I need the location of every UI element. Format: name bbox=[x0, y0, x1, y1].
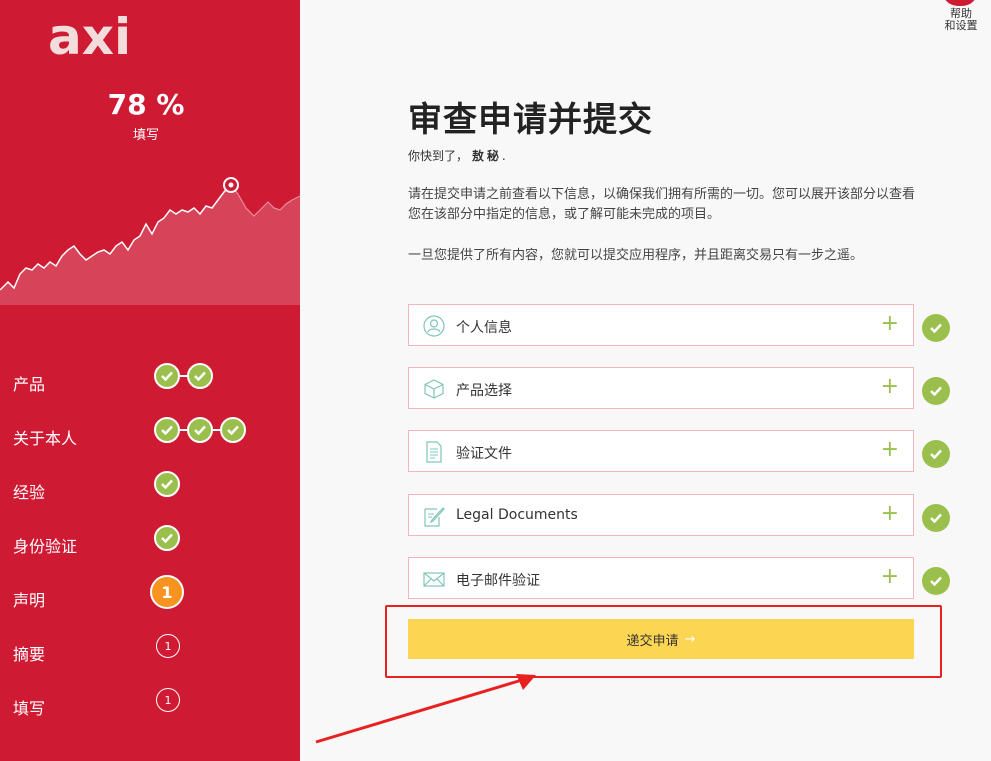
svg-text:axi: axi bbox=[48, 8, 131, 64]
sidebar-step-complete[interactable]: 填写 1 bbox=[0, 687, 300, 723]
user-name: 敖秘 bbox=[471, 149, 502, 163]
sidebar-step-label: 产品 bbox=[13, 375, 46, 394]
section-verification-docs[interactable]: 验证文件 + bbox=[408, 430, 914, 472]
check-icon bbox=[187, 417, 213, 443]
sidebar-step-label: 关于本人 bbox=[13, 429, 78, 448]
sidebar-step-declaration[interactable]: 声明 1 bbox=[0, 575, 300, 615]
sidebar-step-label: 经验 bbox=[13, 483, 46, 502]
sidebar-step-about-me[interactable]: 关于本人 bbox=[0, 417, 300, 453]
section-label: 产品选择 bbox=[456, 383, 512, 399]
check-icon bbox=[154, 471, 180, 497]
instructions-text: 请在提交申请之前查看以下信息，以确保我们拥有所需的一切。您可以展开该部分以查看您… bbox=[408, 187, 916, 222]
envelope-icon bbox=[423, 572, 445, 587]
sidebar-step-label: 填写 bbox=[13, 699, 46, 718]
check-icon bbox=[154, 417, 180, 443]
sidebar-step-summary[interactable]: 摘要 1 bbox=[0, 633, 300, 669]
chart-marker-dot bbox=[228, 182, 234, 188]
progress-percent: 78 % bbox=[107, 88, 185, 121]
subtitle-suffix: . bbox=[501, 149, 506, 163]
progress-chart bbox=[0, 177, 300, 305]
check-icon bbox=[154, 525, 180, 551]
sidebar-step-experience[interactable]: 经验 bbox=[0, 471, 300, 507]
step-number-badge: 1 bbox=[156, 688, 180, 712]
progress-label: 填写 bbox=[132, 128, 159, 143]
check-icon bbox=[922, 377, 950, 405]
expand-icon[interactable]: + bbox=[881, 437, 899, 463]
check-icon bbox=[922, 504, 950, 532]
sidebar-step-label: 声明 bbox=[13, 591, 46, 610]
subtitle-prefix: 你快到了， bbox=[408, 149, 469, 163]
step-number-badge: 1 bbox=[156, 634, 180, 658]
axi-logo: axi bbox=[48, 8, 131, 64]
document-icon bbox=[426, 441, 442, 463]
sidebar-step-product[interactable]: 产品 bbox=[0, 363, 300, 399]
section-label: 电子邮件验证 bbox=[456, 573, 540, 589]
check-icon bbox=[220, 417, 246, 443]
check-icon bbox=[922, 314, 950, 342]
user-icon bbox=[423, 315, 445, 337]
chart-area bbox=[0, 185, 300, 305]
sidebar-step-label: 身份验证 bbox=[13, 537, 78, 556]
help-icon[interactable] bbox=[942, 0, 978, 6]
box-icon bbox=[424, 379, 444, 399]
check-icon bbox=[922, 567, 950, 595]
sidebar: axi 78 % 填写 产品 关于本人 经验 身份验证 声明 1 摘要 1 填写… bbox=[0, 0, 300, 761]
sidebar-step-label: 摘要 bbox=[13, 645, 46, 664]
expand-icon[interactable]: + bbox=[881, 564, 899, 590]
section-email-verification[interactable]: 电子邮件验证 + bbox=[408, 557, 914, 599]
submit-application-button[interactable]: 递交申请 → bbox=[408, 619, 914, 659]
check-icon bbox=[154, 363, 180, 389]
submit-info-text: 一旦您提供了所有内容，您就可以提交应用程序，并且距离交易只有一步之遥。 bbox=[408, 248, 864, 263]
section-legal-documents[interactable]: Legal Documents + bbox=[408, 494, 914, 536]
help-settings-button[interactable]: 帮助 和设置 bbox=[941, 8, 981, 32]
section-label: Legal Documents bbox=[456, 507, 578, 523]
expand-icon[interactable]: + bbox=[881, 501, 899, 527]
page-subtitle: 你快到了， 敖秘. bbox=[408, 147, 506, 164]
check-icon bbox=[922, 440, 950, 468]
expand-icon[interactable]: + bbox=[881, 311, 899, 337]
arrow-right-icon: → bbox=[684, 631, 696, 647]
section-personal-info[interactable]: 个人信息 + bbox=[408, 304, 914, 346]
section-label: 验证文件 bbox=[456, 446, 512, 462]
submit-label: 递交申请 bbox=[626, 633, 679, 649]
sidebar-step-identity[interactable]: 身份验证 bbox=[0, 525, 300, 561]
current-step-badge: 1 bbox=[150, 575, 184, 609]
annotation-arrow bbox=[315, 674, 536, 744]
help-label-line2: 和设置 bbox=[944, 19, 978, 32]
page-title: 审查申请并提交 bbox=[408, 100, 653, 140]
pen-icon bbox=[424, 507, 445, 527]
check-icon bbox=[187, 363, 213, 389]
section-label: 个人信息 bbox=[456, 320, 512, 336]
section-product-selection[interactable]: 产品选择 + bbox=[408, 367, 914, 409]
expand-icon[interactable]: + bbox=[881, 374, 899, 400]
